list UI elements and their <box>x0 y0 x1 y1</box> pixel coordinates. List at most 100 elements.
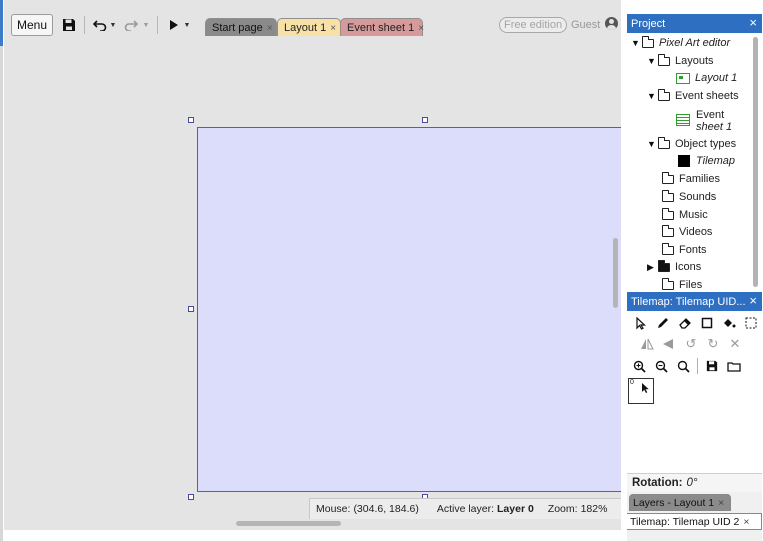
zoom-reset-icon[interactable] <box>672 360 694 373</box>
folder-icon <box>661 225 674 237</box>
close-icon[interactable]: × <box>749 294 757 308</box>
tree-item-families[interactable]: Families <box>661 171 720 187</box>
tree-item-icons[interactable]: ▶ Icons <box>647 259 701 275</box>
tilemap-toolbar-row <box>627 356 762 376</box>
guest-label[interactable]: Guest <box>571 19 600 31</box>
tree-item-layouts[interactable]: ▼ Layouts <box>647 53 714 69</box>
tree-item-event-sheets[interactable]: ▼ Event sheets <box>647 88 739 104</box>
expand-arrow-icon[interactable]: ▼ <box>647 139 658 149</box>
pointer-icon[interactable] <box>630 316 652 330</box>
tilemap-panel-header: Tilemap: Tilemap UID... × <box>627 292 762 311</box>
tree-item-sounds[interactable]: Sounds <box>661 189 717 205</box>
tree-label: Pixel Art editor <box>659 37 731 49</box>
tab-start-page[interactable]: Start page × <box>205 18 277 37</box>
tab-layers[interactable]: Layers - Layout 1 × <box>629 494 731 511</box>
tile-index: 0 <box>630 379 634 386</box>
left-edge-accent <box>0 0 3 46</box>
rotation-value: 0° <box>686 477 698 489</box>
flip-icon[interactable] <box>658 338 680 350</box>
folder-icon <box>661 243 674 255</box>
tab-label: Start page <box>212 22 263 34</box>
folder-icon <box>657 54 670 66</box>
tree-label: Icons <box>675 261 702 273</box>
collapse-arrow-icon[interactable]: ▶ <box>647 262 658 273</box>
project-scrollbar[interactable] <box>753 37 758 287</box>
redo-dropdown-icon[interactable]: ▼ <box>141 14 151 36</box>
open-folder-icon[interactable] <box>723 361 745 372</box>
user-icon[interactable] <box>605 17 618 30</box>
folder-icon <box>661 172 674 184</box>
tree-label: Sounds <box>679 191 717 203</box>
free-edition-badge[interactable]: Free edition <box>499 17 568 33</box>
expand-arrow-icon[interactable]: ▼ <box>631 38 642 48</box>
fill-bucket-icon[interactable] <box>718 317 740 330</box>
tile-swatch[interactable]: 0 <box>628 378 654 404</box>
zoom-out-icon[interactable] <box>650 360 672 373</box>
rectangle-icon[interactable] <box>696 317 718 329</box>
tree-item-videos[interactable]: Videos <box>661 224 713 240</box>
close-icon[interactable]: × <box>743 516 749 528</box>
cursor-icon <box>641 382 650 397</box>
mirror-icon[interactable] <box>636 338 658 350</box>
tree-item-music[interactable]: Music <box>661 207 708 223</box>
pencil-icon[interactable] <box>652 317 674 329</box>
close-icon[interactable]: × <box>418 23 424 34</box>
tree-item-event-sheet-1[interactable] <box>676 112 695 128</box>
tab-event-sheet-1[interactable]: Event sheet 1 × <box>340 18 424 37</box>
undo-dropdown-icon[interactable]: ▼ <box>108 14 118 36</box>
eraser-icon[interactable] <box>674 317 696 329</box>
run-dropdown-icon[interactable]: ▼ <box>182 14 192 36</box>
tree-label: Videos <box>679 226 713 238</box>
resize-handle[interactable] <box>188 494 194 500</box>
tab-tilemap[interactable]: Tilemap: Tilemap UID 2 × <box>627 513 762 530</box>
rotate-cw-icon[interactable]: ↻ <box>702 336 724 352</box>
close-icon[interactable]: × <box>718 497 724 509</box>
layout-editor: Menu ▼ ▼ ▼ Start page × Layout 1 × Event… <box>4 0 621 530</box>
mouse-position: (304.6, 184.6) <box>353 503 419 515</box>
resize-handle[interactable] <box>188 117 194 123</box>
zoom-label: Zoom: <box>547 503 578 515</box>
resize-handle[interactable] <box>188 306 194 312</box>
menu-button[interactable]: Menu <box>11 14 53 36</box>
tree-item-fonts[interactable]: Fonts <box>661 242 707 258</box>
close-icon[interactable]: × <box>267 23 273 34</box>
tree-label: Event sheets <box>675 90 739 102</box>
save-icon[interactable] <box>701 360 723 372</box>
tree-item-files[interactable]: Files <box>661 277 702 290</box>
save-icon[interactable] <box>59 14 79 36</box>
tree-item-layout-1[interactable]: Layout 1 <box>676 70 737 86</box>
tree-label: Music <box>679 209 708 221</box>
tree-label: Layouts <box>675 55 714 67</box>
active-layer-value: Layer 0 <box>497 503 534 515</box>
clear-icon[interactable]: ✕ <box>724 336 746 352</box>
tab-label: Event sheet 1 <box>347 22 415 34</box>
zoom-in-icon[interactable] <box>628 360 650 373</box>
layout-icon <box>676 72 690 84</box>
rotate-ccw-icon[interactable]: ↺ <box>680 336 702 352</box>
expand-arrow-icon[interactable]: ▼ <box>647 56 658 66</box>
tree-label: Layout 1 <box>695 72 738 84</box>
main-toolbar: Menu ▼ ▼ ▼ Start page × Layout 1 × Event… <box>4 0 621 37</box>
selection-icon[interactable] <box>740 317 762 329</box>
project-tree: ▼ Pixel Art editor ▼ Layouts Layout 1 ▼ … <box>627 33 762 290</box>
event-sheet-icon <box>676 114 690 126</box>
expand-arrow-icon[interactable]: ▼ <box>647 91 658 101</box>
tree-item-tilemap[interactable]: Tilemap <box>678 153 735 169</box>
vertical-scrollbar[interactable] <box>613 238 618 308</box>
tilemap-toolbar-row: ↺ ↻ ✕ <box>627 334 762 354</box>
undo-icon[interactable] <box>91 14 109 36</box>
tree-item-object-types[interactable]: ▼ Object types <box>647 136 736 152</box>
redo-icon[interactable] <box>122 14 140 36</box>
status-bar: Mouse: (304.6, 184.6) Active layer: Laye… <box>309 498 621 519</box>
tab-layout-1[interactable]: Layout 1 × <box>277 18 341 37</box>
toolbar-separator <box>84 16 85 34</box>
play-icon[interactable] <box>167 14 181 36</box>
layout-area[interactable] <box>197 127 621 492</box>
close-icon[interactable]: × <box>749 16 757 30</box>
resize-handle[interactable] <box>422 117 428 123</box>
horizontal-scrollbar[interactable] <box>236 521 341 526</box>
folder-icon <box>661 190 674 202</box>
close-icon[interactable]: × <box>330 23 336 34</box>
tree-label: Object types <box>675 138 737 150</box>
tree-item-project[interactable]: ▼ Pixel Art editor <box>631 35 730 51</box>
